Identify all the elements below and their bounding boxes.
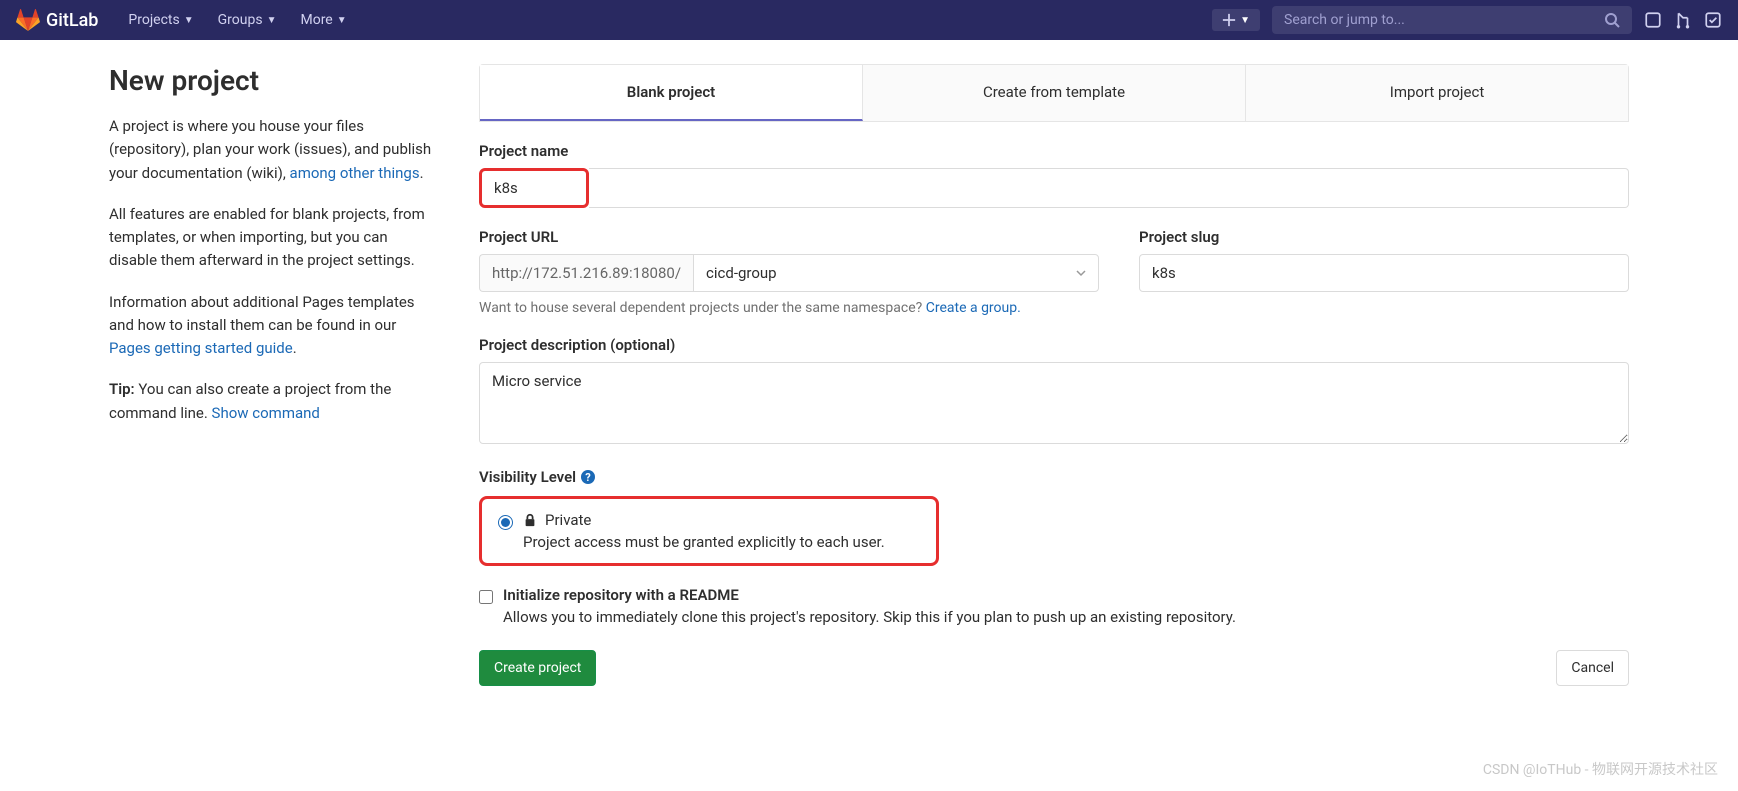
- visibility-private-title: Private: [545, 511, 591, 529]
- nav-projects[interactable]: Projects▼: [118, 4, 203, 36]
- project-slug-label: Project slug: [1139, 228, 1629, 246]
- project-description-input[interactable]: [479, 362, 1629, 444]
- project-url-label: Project URL: [479, 228, 1099, 246]
- todos-icon[interactable]: [1704, 11, 1722, 29]
- project-name-input-extension[interactable]: [589, 168, 1629, 208]
- tab-create-from-template[interactable]: Create from template: [863, 65, 1246, 121]
- cancel-button[interactable]: Cancel: [1556, 650, 1629, 686]
- help-icon[interactable]: ?: [580, 469, 596, 485]
- namespace-select[interactable]: cicd-group: [693, 254, 1099, 292]
- sidebar-tip: Tip: You can also create a project from …: [109, 378, 439, 425]
- top-navbar: GitLab Projects▼ Groups▼ More▼ ▼ Search …: [0, 0, 1738, 40]
- chevron-down-icon: ▼: [184, 15, 194, 26]
- initialize-readme-label: Initialize repository with a README: [503, 586, 1236, 604]
- search-input[interactable]: Search or jump to...: [1272, 6, 1632, 34]
- issues-icon[interactable]: [1644, 11, 1662, 29]
- sidebar-paragraph: All features are enabled for blank proje…: [109, 203, 439, 273]
- project-name-highlight: [479, 168, 589, 208]
- sidebar: New project A project is where you house…: [109, 64, 439, 706]
- project-url-prefix: http://172.51.216.89:18080/: [479, 254, 693, 292]
- among-other-things-link[interactable]: among other things: [290, 164, 420, 182]
- project-name-label: Project name: [479, 142, 1629, 160]
- nav-more[interactable]: More▼: [290, 4, 356, 36]
- create-new-button[interactable]: ▼: [1212, 9, 1260, 31]
- project-type-tabs: Blank project Create from template Impor…: [479, 64, 1629, 122]
- initialize-readme-checkbox[interactable]: [479, 590, 493, 604]
- chevron-down-icon: ▼: [337, 15, 347, 26]
- create-project-button[interactable]: Create project: [479, 650, 596, 686]
- initialize-readme-desc: Allows you to immediately clone this pro…: [503, 608, 1236, 626]
- nav-groups[interactable]: Groups▼: [208, 4, 287, 36]
- plus-icon: [1222, 13, 1236, 27]
- visibility-private-desc: Project access must be granted explicitl…: [523, 533, 885, 551]
- page-title: New project: [109, 64, 439, 97]
- chevron-down-icon: [1076, 268, 1086, 278]
- tab-blank-project[interactable]: Blank project: [480, 65, 863, 121]
- search-placeholder: Search or jump to...: [1284, 12, 1405, 28]
- chevron-down-icon: ▼: [1240, 15, 1250, 26]
- visibility-private-radio[interactable]: [498, 515, 513, 530]
- namespace-helper: Want to house several dependent projects…: [479, 300, 1099, 316]
- project-description-label: Project description (optional): [479, 336, 1629, 354]
- show-command-link[interactable]: Show command: [212, 404, 320, 422]
- sidebar-paragraph: Information about additional Pages templ…: [109, 291, 439, 361]
- sidebar-paragraph: A project is where you house your files …: [109, 115, 439, 185]
- visibility-highlight: Private Project access must be granted e…: [479, 496, 939, 566]
- namespace-value: cicd-group: [706, 264, 777, 282]
- project-name-input[interactable]: [484, 173, 584, 203]
- svg-text:?: ?: [585, 471, 591, 484]
- create-group-link[interactable]: Create a group.: [926, 300, 1021, 316]
- chevron-down-icon: ▼: [267, 15, 277, 26]
- visibility-level-label: Visibility Level: [479, 468, 576, 486]
- watermark: CSDN @IoTHub - 物联网开源技术社区: [1483, 759, 1718, 779]
- gitlab-logo[interactable]: GitLab: [16, 8, 98, 32]
- gitlab-icon: [16, 8, 40, 32]
- merge-requests-icon[interactable]: [1674, 11, 1692, 29]
- lock-icon: [523, 513, 537, 527]
- project-slug-input[interactable]: [1139, 254, 1629, 292]
- brand-text: GitLab: [46, 10, 98, 31]
- pages-guide-link[interactable]: Pages getting started guide: [109, 339, 293, 357]
- tab-import-project[interactable]: Import project: [1246, 65, 1628, 121]
- search-icon: [1604, 12, 1620, 28]
